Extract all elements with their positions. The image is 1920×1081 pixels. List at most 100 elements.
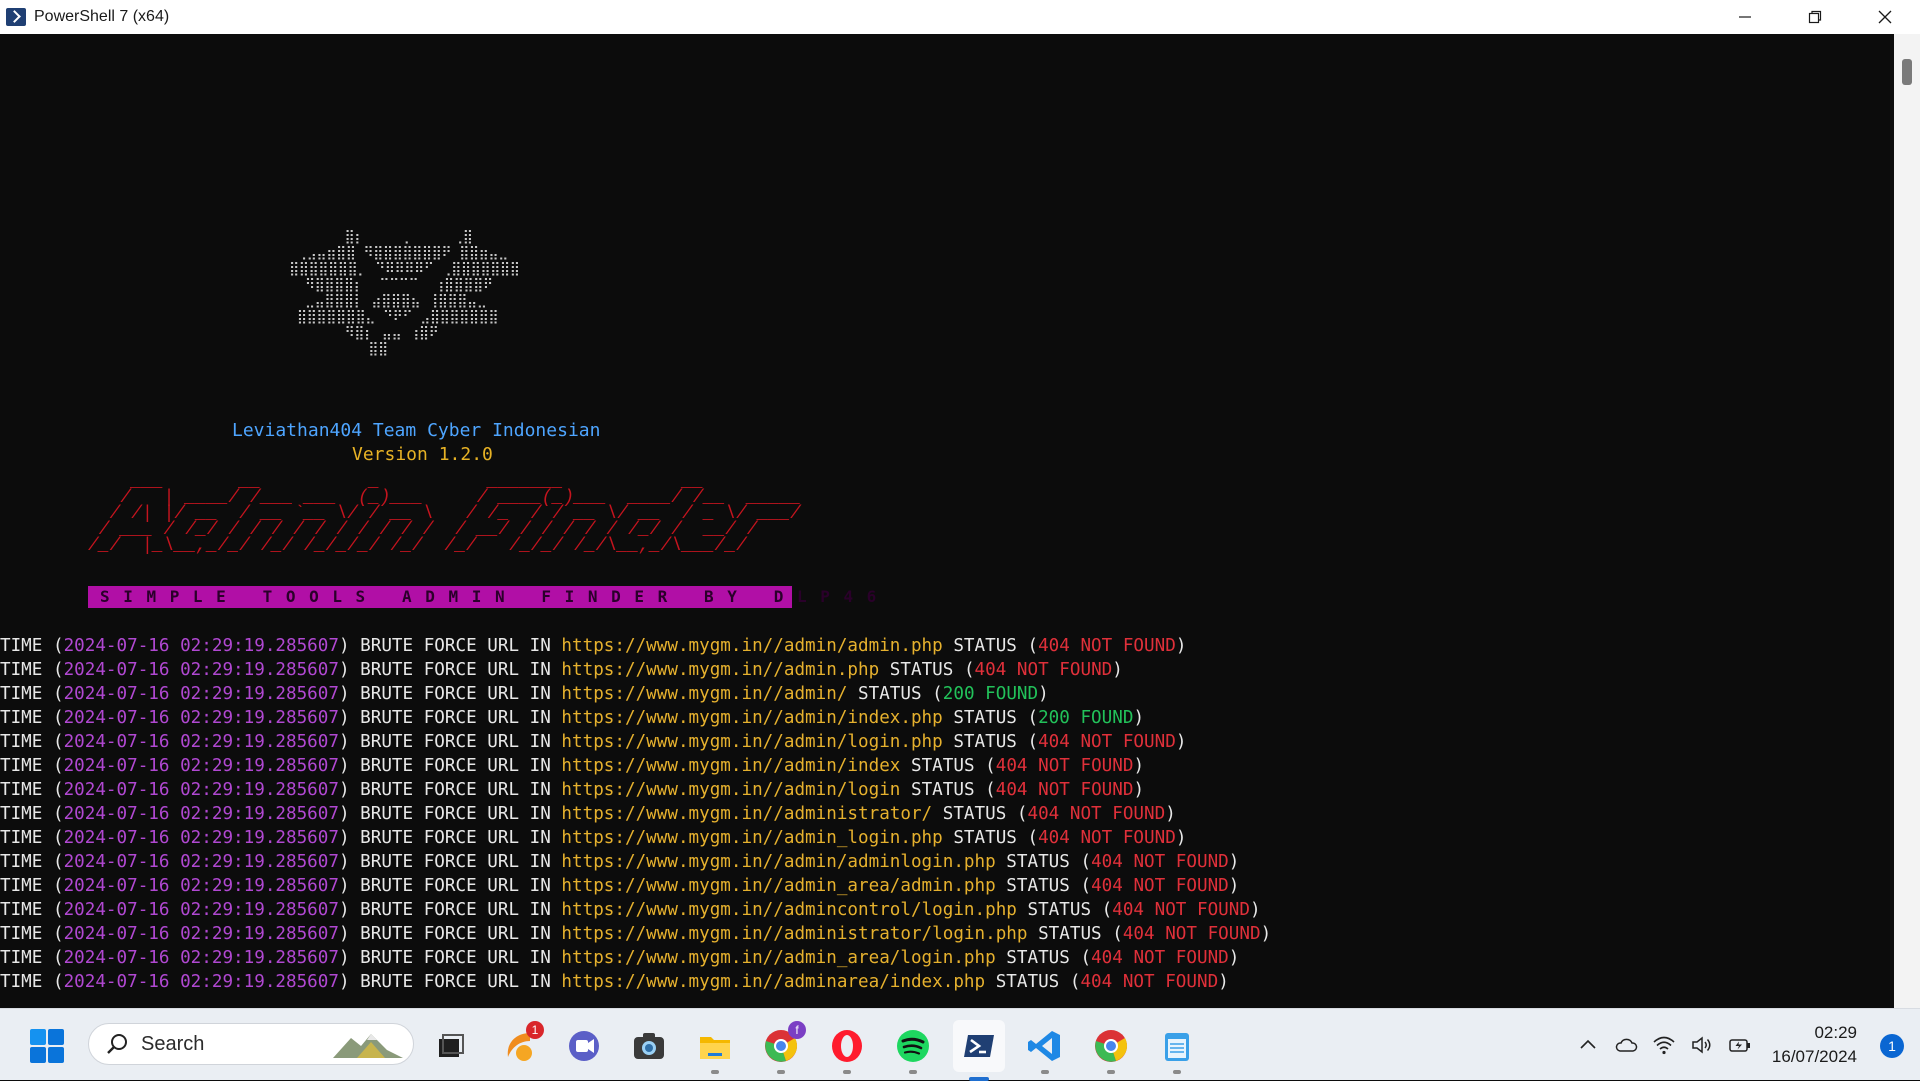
log-timestamp: 2024-07-16 02:29:19.285607 — [63, 852, 339, 872]
log-action: ) BRUTE FORCE URL IN — [338, 636, 562, 656]
log-action: ) BRUTE FORCE URL IN — [338, 948, 562, 968]
log-line: TIME (2024-07-16 02:29:19.285607) BRUTE … — [0, 826, 1271, 850]
log-suffix: ) — [1228, 948, 1240, 968]
log-action: ) BRUTE FORCE URL IN — [338, 828, 562, 848]
taskbar-search[interactable]: Search — [88, 1023, 414, 1065]
log-status-label: STATUS ( — [995, 876, 1092, 896]
close-button[interactable] — [1850, 0, 1920, 34]
log-action: ) BRUTE FORCE URL IN — [338, 876, 562, 896]
log-timestamp: 2024-07-16 02:29:19.285607 — [63, 948, 339, 968]
log-prefix: TIME ( — [0, 972, 64, 992]
log-line: TIME (2024-07-16 02:29:19.285607) BRUTE … — [0, 706, 1271, 730]
terminal-output[interactable]: ⣿⡆ ⡀ ⢀⣿ ⢀⣠⣤⣶⣿⣿ ⠻⣿⣿⣿⣿⣿⣿⣿⠟ ⣿⣿⣶⣤⣀ ⣿⣿⣿⣿⣿⣿⣿⡀ … — [0, 34, 1894, 1008]
log-prefix: TIME ( — [0, 780, 64, 800]
chevron-up-icon[interactable] — [1576, 1033, 1600, 1057]
log-suffix: ) — [1228, 852, 1240, 872]
chrome-icon — [1095, 1030, 1128, 1062]
log-line: TIME (2024-07-16 02:29:19.285607) BRUTE … — [0, 898, 1271, 922]
vscode-app[interactable] — [1026, 1027, 1064, 1074]
weather-widget[interactable]: 1 — [500, 1021, 544, 1065]
notification-badge[interactable]: 1 — [1880, 1034, 1904, 1058]
log-status-result: NOT FOUND — [1154, 900, 1250, 920]
notepad-app[interactable] — [1158, 1027, 1196, 1074]
log-timestamp: 2024-07-16 02:29:19.285607 — [63, 684, 339, 704]
running-indicator — [1107, 1070, 1115, 1074]
scrollbar-thumb[interactable] — [1902, 59, 1912, 85]
teams-icon — [569, 1031, 599, 1061]
log-line: TIME (2024-07-16 02:29:19.285607) BRUTE … — [0, 850, 1271, 874]
log-timestamp: 2024-07-16 02:29:19.285607 — [63, 972, 339, 992]
log-status-sep — [975, 684, 986, 704]
log-timestamp: 2024-07-16 02:29:19.285607 — [63, 756, 339, 776]
log-action: ) BRUTE FORCE URL IN — [338, 708, 562, 728]
log-prefix: TIME ( — [0, 876, 64, 896]
active-indicator — [969, 1077, 989, 1081]
volume-icon[interactable] — [1690, 1033, 1714, 1057]
log-action: ) BRUTE FORCE URL IN — [338, 660, 562, 680]
log-timestamp: 2024-07-16 02:29:19.285607 — [63, 636, 339, 656]
search-icon — [107, 1034, 127, 1054]
camera-app[interactable] — [630, 1027, 668, 1065]
opera-app[interactable] — [828, 1027, 866, 1074]
search-placeholder: Search — [141, 1032, 205, 1055]
log-prefix: TIME ( — [0, 900, 64, 920]
log-status-label: STATUS ( — [900, 780, 996, 800]
log-status-result: NOT FOUND — [1038, 780, 1134, 800]
restore-button[interactable] — [1780, 0, 1850, 34]
log-status-sep — [1155, 924, 1166, 944]
title-bar: PowerShell 7 (x64) — [0, 0, 1920, 34]
log-status-label: STATUS ( — [900, 756, 996, 776]
log-status-result: NOT FOUND — [1133, 876, 1229, 896]
spotify-app[interactable] — [894, 1027, 932, 1074]
log-url: https://www.mygm.in//admin.php — [561, 660, 880, 680]
minimize-button[interactable] — [1710, 0, 1780, 34]
log-status-sep — [1028, 756, 1039, 776]
log-status-sep — [1123, 852, 1134, 872]
running-indicator — [909, 1070, 917, 1074]
log-status-sep — [1006, 660, 1017, 680]
log-action: ) BRUTE FORCE URL IN — [338, 852, 562, 872]
onedrive-icon[interactable] — [1614, 1033, 1638, 1057]
terminal-scrollbar[interactable] — [1894, 34, 1920, 1008]
log-status-sep — [1070, 732, 1081, 752]
log-status-result: FOUND — [1080, 708, 1134, 728]
battery-icon[interactable] — [1728, 1033, 1752, 1057]
log-prefix: TIME ( — [0, 732, 64, 752]
log-line: TIME (2024-07-16 02:29:19.285607) BRUTE … — [0, 634, 1271, 658]
powershell-app[interactable] — [953, 1020, 1005, 1081]
log-status-label: STATUS ( — [1027, 924, 1123, 944]
file-explorer-app[interactable] — [696, 1027, 734, 1074]
log-action: ) BRUTE FORCE URL IN — [338, 780, 562, 800]
log-status-label: STATUS ( — [942, 828, 1039, 848]
log-url: https://www.mygm.in//administrator/login… — [561, 924, 1028, 944]
opera-icon — [832, 1030, 862, 1062]
log-suffix: ) — [1175, 828, 1187, 848]
log-prefix: TIME ( — [0, 660, 64, 680]
log-prefix: TIME ( — [0, 948, 64, 968]
log-line: TIME (2024-07-16 02:29:19.285607) BRUTE … — [0, 682, 1271, 706]
chrome-app[interactable] — [1092, 1027, 1130, 1074]
log-url: https://www.mygm.in//admin/index — [561, 756, 901, 776]
clock-date: 16/07/2024 — [1771, 1047, 1857, 1066]
log-url: https://www.mygm.in//admin/admin.php — [561, 636, 943, 656]
log-status-sep — [1070, 708, 1081, 728]
task-view-button[interactable] — [431, 1027, 469, 1065]
scan-log: TIME (2024-07-16 02:29:19.285607) BRUTE … — [0, 634, 1271, 994]
log-status-result: NOT FOUND — [1080, 636, 1176, 656]
teams-app[interactable] — [565, 1027, 603, 1065]
log-line: TIME (2024-07-16 02:29:19.285607) BRUTE … — [0, 754, 1271, 778]
chrome-profile-app[interactable]: f — [762, 1021, 806, 1074]
log-suffix: ) — [1218, 972, 1229, 992]
log-prefix: TIME ( — [0, 756, 64, 776]
log-status-code: 404 — [1080, 972, 1113, 992]
log-url: https://www.mygm.in//admin/login — [561, 780, 901, 800]
log-action: ) BRUTE FORCE URL IN — [338, 804, 562, 824]
wifi-icon[interactable] — [1652, 1033, 1676, 1057]
taskbar-clock[interactable]: 02:29 16/07/2024 — [1772, 1021, 1857, 1069]
windows-start-icon[interactable] — [30, 1029, 64, 1063]
powershell-icon — [6, 8, 26, 26]
log-timestamp: 2024-07-16 02:29:19.285607 — [63, 900, 339, 920]
log-line: TIME (2024-07-16 02:29:19.285607) BRUTE … — [0, 802, 1271, 826]
running-indicator — [711, 1070, 719, 1074]
log-suffix: ) — [1133, 780, 1145, 800]
